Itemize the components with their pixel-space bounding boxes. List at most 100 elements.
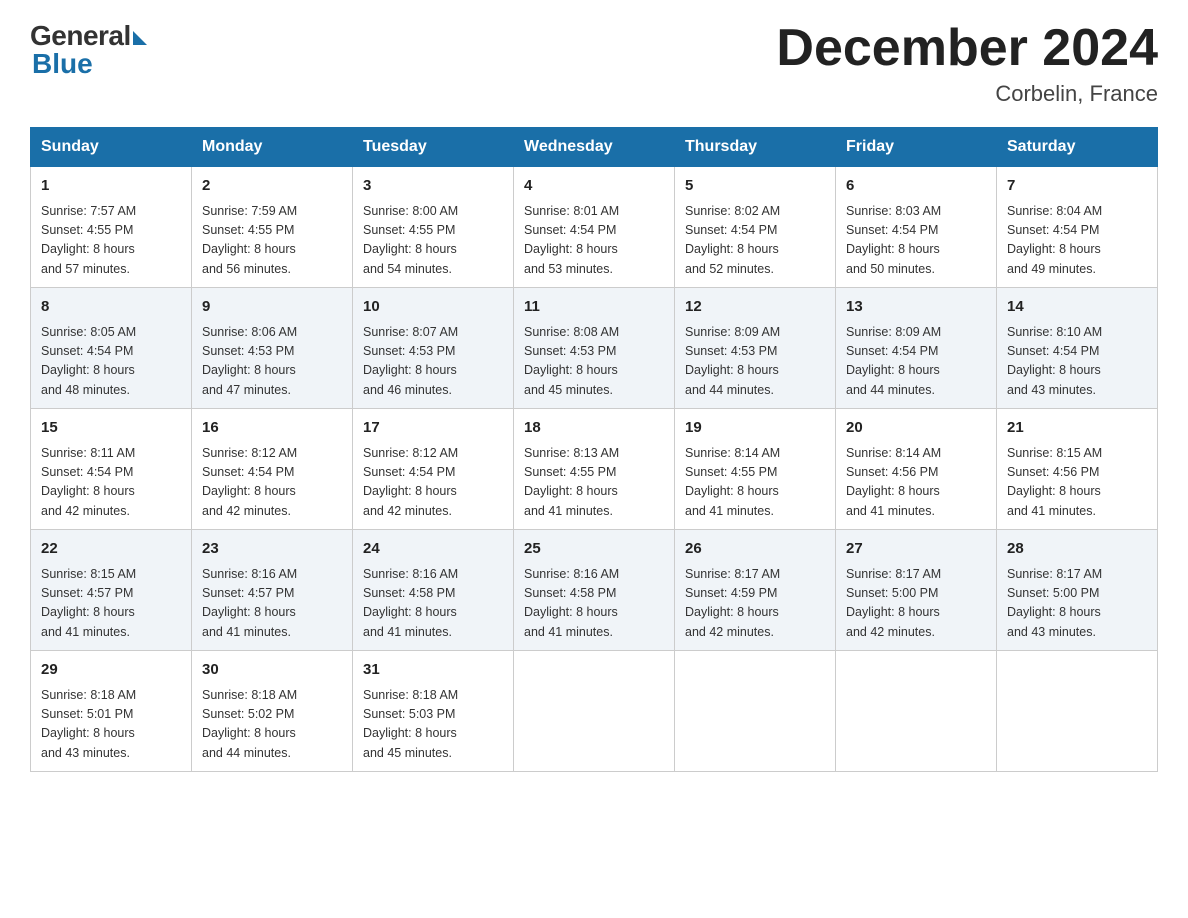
calendar-cell: 18 Sunrise: 8:13 AMSunset: 4:55 PMDayligh…	[514, 409, 675, 530]
location-text: Corbelin, France	[776, 81, 1158, 107]
calendar-cell: 20 Sunrise: 8:14 AMSunset: 4:56 PMDayligh…	[836, 409, 997, 530]
calendar-cell: 17 Sunrise: 8:12 AMSunset: 4:54 PMDayligh…	[353, 409, 514, 530]
day-info: Sunrise: 8:05 AMSunset: 4:54 PMDaylight:…	[41, 323, 181, 401]
day-info: Sunrise: 8:17 AMSunset: 4:59 PMDaylight:…	[685, 565, 825, 643]
day-info: Sunrise: 8:16 AMSunset: 4:58 PMDaylight:…	[524, 565, 664, 643]
calendar-cell	[836, 651, 997, 772]
day-info: Sunrise: 8:08 AMSunset: 4:53 PMDaylight:…	[524, 323, 664, 401]
calendar-cell: 21 Sunrise: 8:15 AMSunset: 4:56 PMDayligh…	[997, 409, 1158, 530]
day-info: Sunrise: 8:07 AMSunset: 4:53 PMDaylight:…	[363, 323, 503, 401]
calendar-cell	[675, 651, 836, 772]
day-info: Sunrise: 8:03 AMSunset: 4:54 PMDaylight:…	[846, 202, 986, 280]
day-info: Sunrise: 8:16 AMSunset: 4:58 PMDaylight:…	[363, 565, 503, 643]
day-info: Sunrise: 8:15 AMSunset: 4:56 PMDaylight:…	[1007, 444, 1147, 522]
day-info: Sunrise: 8:09 AMSunset: 4:54 PMDaylight:…	[846, 323, 986, 401]
day-number: 21	[1007, 417, 1147, 440]
calendar-cell: 5 Sunrise: 8:02 AMSunset: 4:54 PMDaylight…	[675, 167, 836, 288]
day-number: 12	[685, 296, 825, 319]
calendar-cell: 16 Sunrise: 8:12 AMSunset: 4:54 PMDayligh…	[192, 409, 353, 530]
day-number: 11	[524, 296, 664, 319]
calendar-cell: 15 Sunrise: 8:11 AMSunset: 4:54 PMDayligh…	[31, 409, 192, 530]
day-number: 16	[202, 417, 342, 440]
day-number: 15	[41, 417, 181, 440]
calendar-cell: 19 Sunrise: 8:14 AMSunset: 4:55 PMDayligh…	[675, 409, 836, 530]
day-number: 31	[363, 659, 503, 682]
day-number: 1	[41, 175, 181, 198]
calendar-cell: 11 Sunrise: 8:08 AMSunset: 4:53 PMDayligh…	[514, 288, 675, 409]
table-row: 8 Sunrise: 8:05 AMSunset: 4:54 PMDaylight…	[31, 288, 1158, 409]
calendar-cell: 25Sunrise: 8:16 AMSunset: 4:58 PMDayligh…	[514, 530, 675, 651]
day-info: Sunrise: 8:18 AMSunset: 5:02 PMDaylight:…	[202, 686, 342, 764]
day-number: 23	[202, 538, 342, 561]
calendar-cell: 23 Sunrise: 8:16 AMSunset: 4:57 PMDayligh…	[192, 530, 353, 651]
day-number: 4	[524, 175, 664, 198]
day-number: 18	[524, 417, 664, 440]
day-info: Sunrise: 8:18 AMSunset: 5:03 PMDaylight:…	[363, 686, 503, 764]
day-info: Sunrise: 8:18 AMSunset: 5:01 PMDaylight:…	[41, 686, 181, 764]
day-number: 26	[685, 538, 825, 561]
calendar-cell: 8 Sunrise: 8:05 AMSunset: 4:54 PMDaylight…	[31, 288, 192, 409]
day-info: Sunrise: 8:12 AMSunset: 4:54 PMDaylight:…	[202, 444, 342, 522]
day-info: Sunrise: 8:13 AMSunset: 4:55 PMDaylight:…	[524, 444, 664, 522]
calendar-cell: 6Sunrise: 8:03 AMSunset: 4:54 PMDaylight…	[836, 167, 997, 288]
col-monday: Monday	[192, 128, 353, 167]
day-info: Sunrise: 8:11 AMSunset: 4:54 PMDaylight:…	[41, 444, 181, 522]
day-info: Sunrise: 8:14 AMSunset: 4:56 PMDaylight:…	[846, 444, 986, 522]
calendar-cell: 28Sunrise: 8:17 AMSunset: 5:00 PMDayligh…	[997, 530, 1158, 651]
day-info: Sunrise: 7:57 AMSunset: 4:55 PMDaylight:…	[41, 202, 181, 280]
day-number: 8	[41, 296, 181, 319]
day-info: Sunrise: 8:16 AMSunset: 4:57 PMDaylight:…	[202, 565, 342, 643]
calendar-cell: 7 Sunrise: 8:04 AMSunset: 4:54 PMDaylight…	[997, 167, 1158, 288]
day-number: 10	[363, 296, 503, 319]
table-row: 15 Sunrise: 8:11 AMSunset: 4:54 PMDayligh…	[31, 409, 1158, 530]
day-info: Sunrise: 8:10 AMSunset: 4:54 PMDaylight:…	[1007, 323, 1147, 401]
day-info: Sunrise: 8:06 AMSunset: 4:53 PMDaylight:…	[202, 323, 342, 401]
calendar-cell: 10 Sunrise: 8:07 AMSunset: 4:53 PMDayligh…	[353, 288, 514, 409]
day-info: Sunrise: 8:02 AMSunset: 4:54 PMDaylight:…	[685, 202, 825, 280]
col-thursday: Thursday	[675, 128, 836, 167]
day-number: 3	[363, 175, 503, 198]
calendar-table: Sunday Monday Tuesday Wednesday Thursday…	[30, 127, 1158, 772]
col-wednesday: Wednesday	[514, 128, 675, 167]
day-number: 13	[846, 296, 986, 319]
col-sunday: Sunday	[31, 128, 192, 167]
calendar-cell: 27Sunrise: 8:17 AMSunset: 5:00 PMDayligh…	[836, 530, 997, 651]
calendar-cell: 4Sunrise: 8:01 AMSunset: 4:54 PMDaylight…	[514, 167, 675, 288]
day-number: 28	[1007, 538, 1147, 561]
col-saturday: Saturday	[997, 128, 1158, 167]
col-friday: Friday	[836, 128, 997, 167]
title-section: December 2024 Corbelin, France	[776, 20, 1158, 107]
day-number: 7	[1007, 175, 1147, 198]
calendar-cell: 9 Sunrise: 8:06 AMSunset: 4:53 PMDaylight…	[192, 288, 353, 409]
day-info: Sunrise: 8:09 AMSunset: 4:53 PMDaylight:…	[685, 323, 825, 401]
day-number: 19	[685, 417, 825, 440]
calendar-cell: 1 Sunrise: 7:57 AMSunset: 4:55 PMDaylight…	[31, 167, 192, 288]
day-number: 17	[363, 417, 503, 440]
day-number: 14	[1007, 296, 1147, 319]
day-number: 29	[41, 659, 181, 682]
calendar-cell: 24Sunrise: 8:16 AMSunset: 4:58 PMDayligh…	[353, 530, 514, 651]
calendar-cell: 26 Sunrise: 8:17 AMSunset: 4:59 PMDayligh…	[675, 530, 836, 651]
day-info: Sunrise: 8:04 AMSunset: 4:54 PMDaylight:…	[1007, 202, 1147, 280]
table-row: 22Sunrise: 8:15 AMSunset: 4:57 PMDayligh…	[31, 530, 1158, 651]
day-number: 9	[202, 296, 342, 319]
day-number: 30	[202, 659, 342, 682]
calendar-header-row: Sunday Monday Tuesday Wednesday Thursday…	[31, 128, 1158, 167]
logo-arrow-icon	[133, 31, 147, 45]
calendar-cell: 12 Sunrise: 8:09 AMSunset: 4:53 PMDayligh…	[675, 288, 836, 409]
calendar-cell: 13 Sunrise: 8:09 AMSunset: 4:54 PMDayligh…	[836, 288, 997, 409]
day-number: 2	[202, 175, 342, 198]
day-number: 20	[846, 417, 986, 440]
table-row: 29 Sunrise: 8:18 AMSunset: 5:01 PMDayligh…	[31, 651, 1158, 772]
day-number: 5	[685, 175, 825, 198]
day-info: Sunrise: 8:12 AMSunset: 4:54 PMDaylight:…	[363, 444, 503, 522]
day-number: 22	[41, 538, 181, 561]
calendar-cell	[514, 651, 675, 772]
logo: General Blue	[30, 20, 147, 80]
day-info: Sunrise: 8:17 AMSunset: 5:00 PMDaylight:…	[846, 565, 986, 643]
day-info: Sunrise: 8:14 AMSunset: 4:55 PMDaylight:…	[685, 444, 825, 522]
day-info: Sunrise: 7:59 AMSunset: 4:55 PMDaylight:…	[202, 202, 342, 280]
col-tuesday: Tuesday	[353, 128, 514, 167]
day-info: Sunrise: 8:00 AMSunset: 4:55 PMDaylight:…	[363, 202, 503, 280]
calendar-cell: 14 Sunrise: 8:10 AMSunset: 4:54 PMDayligh…	[997, 288, 1158, 409]
